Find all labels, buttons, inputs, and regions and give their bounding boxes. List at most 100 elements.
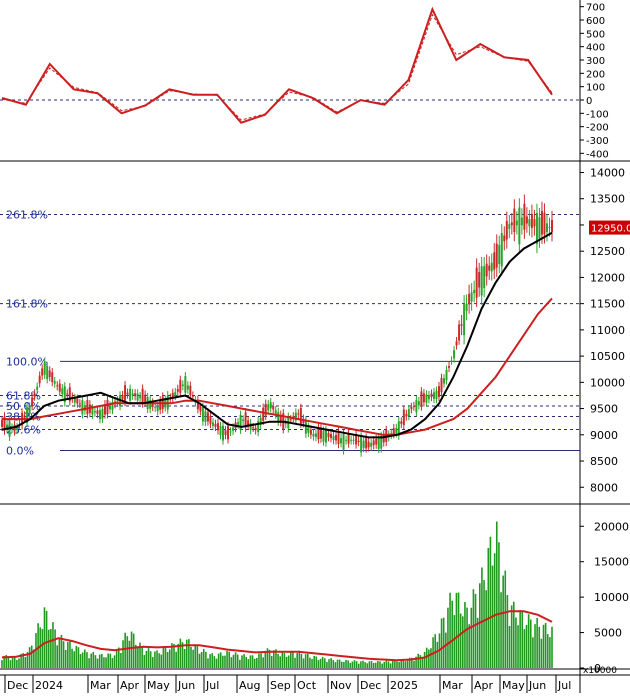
volume-bar: [500, 592, 502, 668]
candle-body: [324, 430, 327, 443]
volume-bar: [379, 661, 381, 668]
volume-bar: [368, 661, 371, 668]
candle-body: [214, 423, 217, 427]
candle-body: [377, 437, 380, 449]
volume-bar: [493, 553, 496, 668]
volume-bar: [124, 632, 126, 668]
candle-body: [314, 433, 317, 438]
candle-body: [538, 217, 541, 239]
volume-bar: [132, 633, 135, 668]
candle-body: [540, 210, 543, 235]
volume-bar: [98, 654, 101, 668]
volume-bar: [298, 650, 301, 668]
candle-body: [342, 433, 345, 451]
volume-bar: [413, 660, 415, 668]
fib-level-label: 0.0%: [6, 445, 34, 458]
candle-body: [277, 412, 280, 422]
volume-bar: [377, 661, 379, 668]
volume-bar: [447, 607, 449, 668]
candle-body: [480, 266, 483, 296]
volume-bar: [478, 583, 481, 668]
candle-body: [548, 227, 551, 229]
volume-bar: [177, 643, 180, 668]
volume-bar: [498, 542, 500, 668]
volume-bar: [296, 652, 298, 668]
volume-bar: [381, 663, 383, 668]
x-tick-label: 2025: [390, 679, 418, 692]
volume-bar: [75, 645, 78, 668]
volume-bar: [353, 660, 356, 668]
candle-body: [508, 224, 511, 229]
volume-bar: [194, 644, 197, 668]
candle-body: [367, 441, 370, 448]
volume-bar: [343, 661, 345, 668]
volume-bar: [1, 660, 3, 668]
volume-bar: [449, 592, 451, 668]
volume-bar: [28, 647, 31, 668]
candles-group: [1, 194, 553, 457]
price-y-tick-label: 9500: [590, 403, 618, 416]
fib-level-label: 261.8%: [6, 208, 48, 221]
candle-body: [106, 399, 109, 415]
candle-body: [249, 423, 252, 431]
candle-body: [417, 401, 420, 406]
price-y-tick-label: 12500: [590, 245, 625, 258]
candle-body: [211, 422, 214, 426]
candle-body: [269, 402, 272, 409]
volume-bar: [336, 659, 339, 668]
candle-body: [206, 412, 209, 422]
volume-bar: [30, 645, 33, 668]
candle-body: [81, 400, 84, 415]
volume-bar: [81, 652, 84, 668]
volume-bar: [232, 654, 235, 668]
volume-bar: [464, 602, 466, 668]
volume-bar: [309, 657, 311, 668]
candle-body: [435, 390, 438, 399]
candle-body: [51, 372, 54, 383]
candle-body: [510, 222, 513, 226]
price-y-tick-label: 11000: [590, 324, 625, 337]
volume-bar: [328, 659, 330, 668]
volume-bar: [67, 641, 69, 668]
volume-bar: [143, 654, 146, 668]
candle-body: [237, 422, 240, 425]
volume-bar: [510, 605, 513, 668]
candle-body: [297, 413, 300, 415]
volume-bar: [525, 625, 528, 668]
candle-body: [360, 436, 363, 453]
x-tick-label: Mar: [90, 679, 111, 692]
candle-body: [201, 407, 204, 422]
price-y-tick-label: 9000: [590, 429, 618, 442]
candle-body: [254, 427, 257, 431]
candle-body: [48, 370, 51, 378]
candle-body: [422, 393, 425, 403]
candle-body: [319, 428, 322, 439]
volume-bar: [419, 655, 422, 668]
osc-y-tick-label: 300: [586, 56, 605, 67]
volume-bar: [315, 656, 318, 668]
volume-bar: [398, 661, 400, 668]
candle-body: [337, 431, 340, 444]
volume-bar: [385, 660, 388, 668]
volume-bar: [113, 655, 116, 668]
volume-bar: [546, 634, 549, 668]
volume-bar: [281, 652, 284, 668]
candle-body: [513, 208, 516, 233]
volume-bar: [364, 662, 366, 668]
volume-bar: [370, 661, 373, 668]
volume-bar: [222, 655, 224, 668]
candle-body: [340, 438, 343, 444]
x-tick-label: Aug: [239, 679, 260, 692]
volume-bar: [200, 652, 203, 668]
volume-bar: [101, 653, 103, 668]
volume-bar: [241, 655, 243, 668]
volume-bar: [300, 653, 303, 668]
candle-body: [518, 207, 521, 245]
candle-body: [493, 252, 496, 270]
candle-body: [61, 388, 64, 395]
candle-body: [159, 400, 162, 410]
candle-body: [289, 419, 292, 421]
volume-bar: [92, 651, 95, 668]
volume-bar: [313, 655, 315, 668]
volume-bar: [470, 607, 473, 668]
